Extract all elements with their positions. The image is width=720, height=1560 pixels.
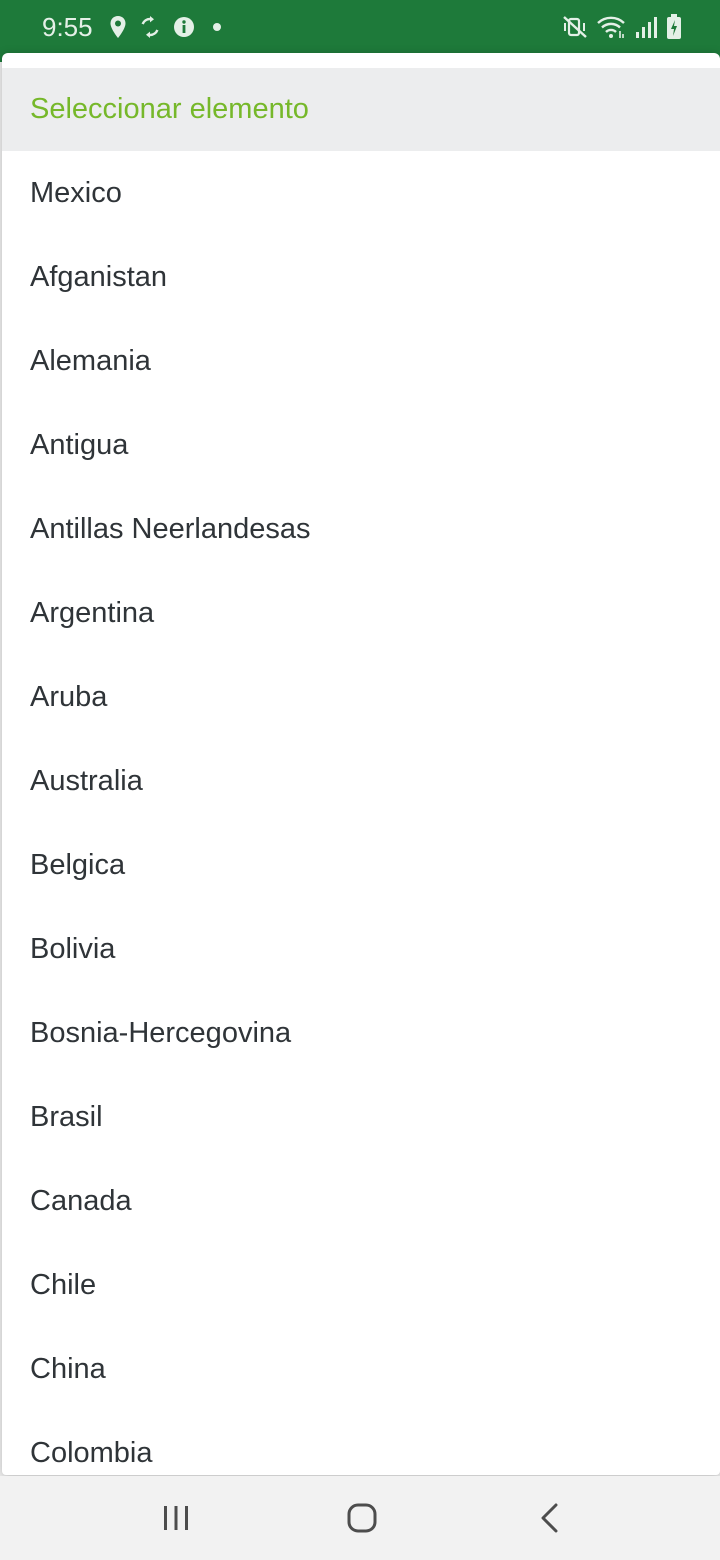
list-item[interactable]: China — [2, 1327, 720, 1411]
notification-dot-icon — [207, 17, 227, 37]
wifi-icon — [596, 15, 626, 39]
select-item-dialog: Seleccionar elemento Mexico Afganistan Ale… — [2, 53, 720, 1475]
status-time: 9:55 — [42, 11, 93, 42]
dialog-title: Seleccionar elemento — [30, 93, 309, 125]
list-item[interactable]: Aruba — [2, 655, 720, 739]
back-button[interactable] — [510, 1490, 590, 1546]
list-item[interactable]: Alemania — [2, 319, 720, 403]
home-button[interactable] — [322, 1490, 402, 1546]
info-icon — [173, 16, 195, 38]
list-item[interactable]: Bosnia-Hercegovina — [2, 991, 720, 1075]
mute-vibrate-icon — [562, 15, 588, 39]
list-item[interactable]: Mexico — [2, 151, 720, 235]
navigation-bar — [0, 1476, 720, 1560]
back-icon — [539, 1502, 561, 1534]
list-item[interactable]: Canada — [2, 1159, 720, 1243]
list-item[interactable]: Argentina — [2, 571, 720, 655]
list-item[interactable]: Afganistan — [2, 235, 720, 319]
status-right-group — [562, 12, 682, 42]
dialog-header: Seleccionar elemento — [2, 68, 720, 151]
location-pin-icon — [109, 15, 127, 39]
list-item[interactable]: Chile — [2, 1243, 720, 1327]
home-icon — [346, 1502, 378, 1534]
sync-icon — [139, 16, 161, 38]
signal-icon — [634, 15, 658, 39]
country-list[interactable]: Mexico Afganistan Alemania Antigua Antillas … — [2, 151, 720, 1475]
list-item[interactable]: Belgica — [2, 823, 720, 907]
list-item[interactable]: Antillas Neerlandesas — [2, 487, 720, 571]
status-left-group: 9:55 — [42, 8, 227, 46]
list-item[interactable]: Colombia — [2, 1411, 720, 1475]
battery-charging-icon — [666, 14, 682, 40]
list-item[interactable]: Bolivia — [2, 907, 720, 991]
recent-apps-icon — [161, 1504, 191, 1532]
list-item[interactable]: Australia — [2, 739, 720, 823]
list-item[interactable]: Brasil — [2, 1075, 720, 1159]
recent-apps-button[interactable] — [136, 1490, 216, 1546]
list-item[interactable]: Antigua — [2, 403, 720, 487]
